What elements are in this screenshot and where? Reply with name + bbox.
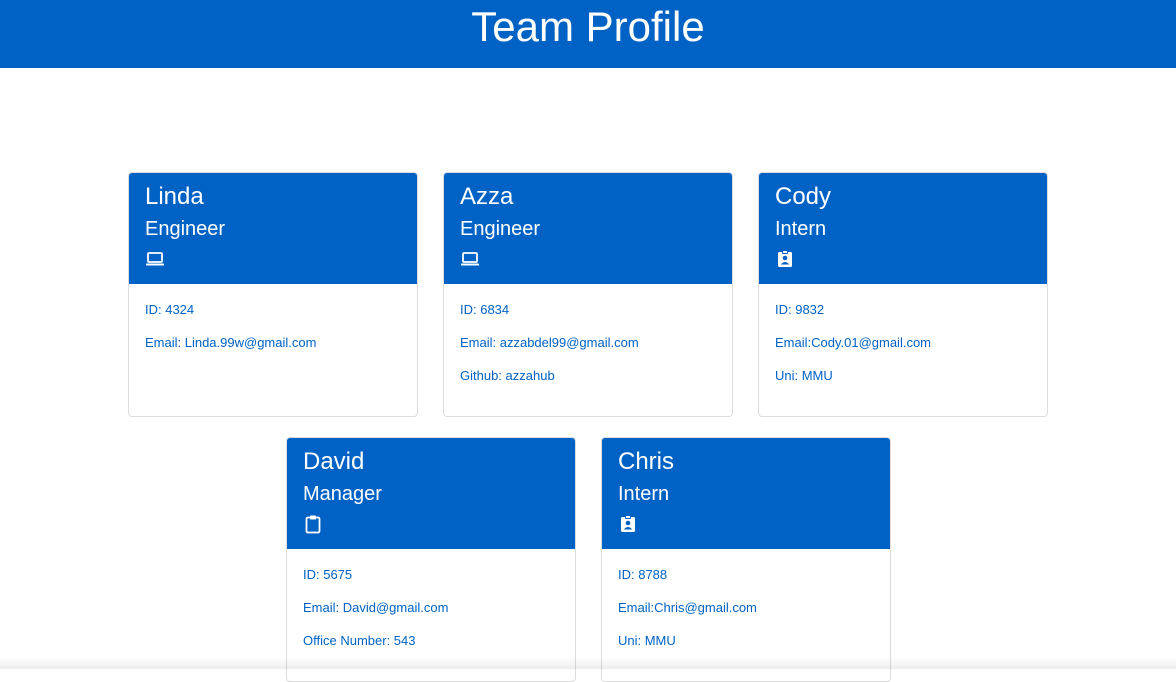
laptop-icon — [146, 252, 164, 266]
employee-id: ID: 4324 — [145, 302, 195, 317]
employee-school: Uni: MMU — [775, 368, 833, 383]
employee-email[interactable]: Email: Linda.99w@gmail.com — [145, 335, 401, 368]
employee-name: David — [303, 448, 365, 475]
card-body: ID: 8788 Email:Chris@gmail.com Uni: MMU — [602, 549, 890, 666]
employee-id: ID: 6834 — [460, 302, 510, 317]
page-header: Team Profile — [0, 0, 1176, 68]
card-header: Azza Engineer — [444, 173, 732, 284]
employee-card: Azza Engineer ID: 6834 Email: azzabdel99… — [443, 172, 733, 417]
employee-id: ID: 5675 — [303, 567, 353, 582]
employee-id: ID: 8788 — [618, 567, 668, 582]
employee-card: Linda Engineer ID: 4324 Email: Linda.99w… — [128, 172, 418, 417]
laptop-icon — [461, 252, 479, 266]
employee-card: David Manager ID: 5675 Email: David@gmai… — [286, 437, 576, 682]
card-header: Chris Intern — [602, 438, 890, 549]
card-body: ID: 4324 Email: Linda.99w@gmail.com — [129, 284, 417, 368]
employee-id: ID: 9832 — [775, 302, 825, 317]
employee-email[interactable]: Email:Cody.01@gmail.com — [775, 335, 1031, 368]
employee-email[interactable]: Email: azzabdel99@gmail.com — [460, 335, 716, 368]
employee-email[interactable]: Email: David@gmail.com — [303, 600, 559, 633]
employee-email[interactable]: Email:Chris@gmail.com — [618, 600, 874, 633]
card-header: Cody Intern — [759, 173, 1047, 284]
employee-card: Cody Intern ID: 9832 Email:Cody.01@gmail… — [758, 172, 1048, 417]
employee-name: Cody — [775, 183, 832, 210]
employee-role: Intern — [775, 218, 827, 240]
card-header: David Manager — [287, 438, 575, 549]
employee-role: Engineer — [145, 218, 226, 240]
employee-role: Intern — [618, 483, 670, 505]
employee-card: Chris Intern ID: 8788 Email:Chris@gmail.… — [601, 437, 891, 682]
page-title: Team Profile — [471, 3, 705, 50]
id-badge-icon — [621, 515, 635, 532]
employee-role: Manager — [303, 483, 382, 505]
id-badge-icon — [778, 250, 792, 267]
employee-name: Azza — [460, 183, 514, 210]
employee-github[interactable]: Github: azzahub — [460, 368, 716, 401]
bottom-shadow — [0, 657, 1176, 669]
card-body: ID: 6834 Email: azzabdel99@gmail.com Git… — [444, 284, 732, 401]
employee-role: Engineer — [460, 218, 541, 240]
card-header: Linda Engineer — [129, 173, 417, 284]
employee-name: Chris — [618, 448, 675, 475]
card-body: ID: 5675 Email: David@gmail.com Office N… — [287, 549, 575, 666]
employee-name: Linda — [145, 183, 204, 210]
card-body: ID: 9832 Email:Cody.01@gmail.com Uni: MM… — [759, 284, 1047, 401]
clipboard-icon — [305, 515, 321, 534]
